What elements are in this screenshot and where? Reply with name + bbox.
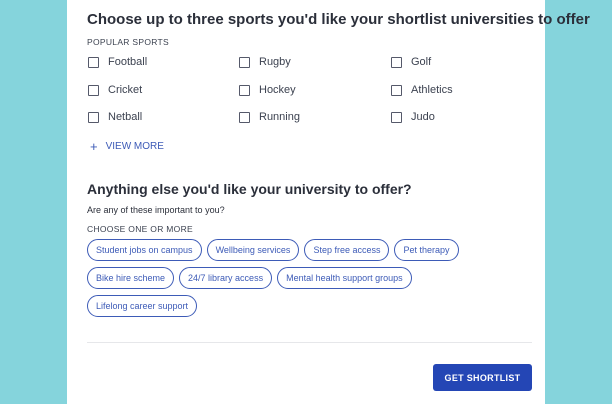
sport-label: Rugby (259, 56, 291, 68)
chip-library-access[interactable]: 24/7 library access (179, 267, 273, 289)
offer-question: Are any of these important to you? (87, 205, 225, 215)
sport-label: Football (108, 56, 148, 68)
sport-checkbox-cricket[interactable]: Cricket (88, 84, 142, 96)
view-more-link[interactable]: + VIEW MORE (90, 138, 164, 154)
choose-caption: CHOOSE ONE OR MORE (87, 224, 193, 234)
sport-label: Netball (108, 111, 143, 123)
checkbox-icon[interactable] (88, 84, 99, 96)
chip-row: Student jobs on campus Wellbeing service… (87, 239, 507, 261)
checkbox-icon[interactable] (239, 56, 250, 68)
chip-lifelong-career[interactable]: Lifelong career support (87, 295, 198, 317)
chip-row: Lifelong career support (87, 295, 507, 317)
chip-mental-health[interactable]: Mental health support groups (277, 267, 412, 289)
sport-checkbox-hockey[interactable]: Hockey (239, 84, 296, 96)
sport-checkbox-netball[interactable]: Netball (88, 111, 142, 123)
sport-label: Hockey (259, 84, 296, 96)
view-more-label: VIEW MORE (105, 141, 164, 152)
chip-wellbeing-services[interactable]: Wellbeing services (206, 239, 300, 261)
shortlist-card: Choose up to three sports you'd like you… (67, 0, 590, 404)
checkbox-icon[interactable] (88, 56, 99, 68)
checkbox-icon[interactable] (391, 56, 402, 68)
offer-chips: Student jobs on campus Wellbeing service… (87, 239, 507, 323)
checkbox-icon[interactable] (239, 84, 250, 96)
chip-step-free-access[interactable]: Step free access (304, 239, 390, 261)
sport-label: Cricket (108, 84, 143, 96)
chip-student-jobs[interactable]: Student jobs on campus (87, 239, 202, 261)
sport-checkbox-football[interactable]: Football (88, 56, 147, 68)
sport-label: Running (259, 111, 300, 123)
checkbox-icon[interactable] (239, 111, 250, 123)
checkbox-icon[interactable] (391, 84, 402, 96)
sport-checkbox-judo[interactable]: Judo (391, 111, 435, 123)
popular-sports-caption: POPULAR SPORTS (87, 37, 169, 47)
offer-heading: Anything else you'd like your university… (87, 181, 412, 197)
sport-label: Athletics (411, 84, 453, 96)
chip-pet-therapy[interactable]: Pet therapy (394, 239, 459, 261)
checkbox-icon[interactable] (88, 111, 99, 123)
sport-checkbox-athletics[interactable]: Athletics (391, 84, 453, 96)
sport-checkbox-rugby[interactable]: Rugby (239, 56, 291, 68)
sport-checkbox-golf[interactable]: Golf (391, 56, 431, 68)
sport-label: Judo (411, 111, 435, 123)
plus-icon: + (90, 138, 98, 154)
sport-checkbox-running[interactable]: Running (239, 111, 300, 123)
sport-label: Golf (411, 56, 432, 68)
chip-bike-hire[interactable]: Bike hire scheme (87, 267, 175, 289)
checkbox-icon[interactable] (391, 111, 402, 123)
sports-heading: Choose up to three sports you'd like you… (87, 11, 590, 28)
chip-row: Bike hire scheme 24/7 library access Men… (87, 267, 507, 289)
get-shortlist-button[interactable]: GET SHORTLIST (433, 364, 532, 391)
divider (87, 342, 532, 343)
